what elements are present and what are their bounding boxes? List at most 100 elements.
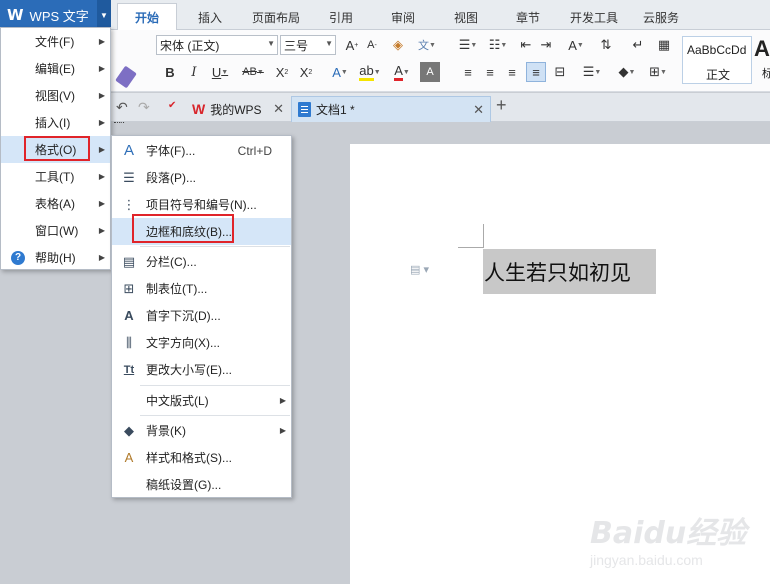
line-spacing-icon[interactable]: ☰ ▼ (578, 62, 606, 82)
style-normal[interactable]: AaBbCcDd 正文 (682, 36, 752, 84)
style-heading-label: 标 (762, 68, 770, 80)
phonetic-guide-icon[interactable]: 文 ▼ (414, 35, 440, 55)
menu-item-label: 窗口(W) (35, 224, 79, 238)
submenu-item-text-direction[interactable]: ⫼ 文字方向(X)... (112, 329, 291, 356)
tab-view[interactable]: 视图 (443, 4, 489, 30)
new-tab-plus-icon[interactable]: + (496, 95, 507, 116)
tab-section[interactable]: 章节 (505, 4, 551, 30)
wps-logo-icon: W (192, 101, 206, 117)
highlight-icon[interactable]: ab ▼ (356, 62, 384, 82)
submenu-item-label: 背景(K) (146, 424, 186, 438)
menu-item-view[interactable]: 视图(V) ▶ (1, 82, 110, 109)
menu-item-table[interactable]: 表格(A) ▶ (1, 190, 110, 217)
distributed-align-icon[interactable]: ⊟ (550, 62, 570, 82)
tab-review[interactable]: 审阅 (380, 4, 426, 30)
title-bar: W WPS 文字 ▼ 开始 插入 页面布局 引用 审阅 视图 章节 开发工具 云… (0, 0, 770, 31)
underline-icon[interactable]: U ▼ (206, 62, 234, 82)
style-heading[interactable]: A 标 (752, 36, 770, 84)
bullets-icon[interactable]: ☰ ▼ (454, 35, 482, 55)
chevron-down-icon[interactable]: ▼ (97, 0, 111, 30)
align-right-icon[interactable]: ≡ (502, 62, 522, 82)
submenu-item-label: 段落(P)... (146, 171, 196, 185)
menu-item-help[interactable]: ? 帮助(H) ▶ (1, 244, 110, 271)
clear-format-icon[interactable]: ◈ (388, 35, 408, 55)
align-center-icon[interactable]: ≡ (480, 62, 500, 82)
tab-page-layout[interactable]: 页面布局 (244, 4, 308, 30)
text-case-icon[interactable]: A ▼ (562, 35, 590, 55)
text-effect-icon[interactable]: A ▼ (326, 62, 354, 82)
menu-item-edit[interactable]: 编辑(E) ▶ (1, 55, 110, 82)
grow-font-icon[interactable]: A + (342, 35, 362, 55)
numbering-icon[interactable]: ☷ ▼ (484, 35, 512, 55)
menu-item-file[interactable]: 文件(F) ▶ (1, 28, 110, 55)
submenu-item-label: 样式和格式(S)... (146, 451, 232, 465)
table-insert-icon[interactable]: ▦ (654, 35, 674, 55)
bullet-list-icon: ⋮ (122, 196, 136, 212)
strikethrough-icon[interactable]: AB ▼ (238, 62, 268, 82)
character-shading-icon[interactable]: A (420, 62, 440, 82)
submenu-item-label: 项目符号和编号(N)... (146, 198, 257, 212)
close-icon[interactable]: ✕ (473, 102, 484, 118)
tab-references[interactable]: 引用 (318, 4, 364, 30)
submenu-item-styles-formatting[interactable]: A 样式和格式(S)... (112, 444, 291, 471)
subscript-icon[interactable]: X2 (296, 62, 316, 82)
tab-document1[interactable]: 文档1 * ✕ (291, 96, 491, 122)
show-marks-icon[interactable]: ↵ (628, 35, 648, 55)
chevron-right-icon: ▶ (279, 396, 286, 405)
close-icon[interactable]: ✕ (273, 101, 284, 117)
wps-app-menu-button[interactable]: W WPS 文字 ▼ (0, 0, 111, 30)
watermark-url: jingyan.baidu.com (590, 552, 703, 568)
border-icon[interactable]: ⊞ ▼ (644, 62, 672, 82)
baidu-jingyan-watermark: Baidu经验 jingyan.baidu.com (590, 508, 770, 578)
tab-my-wps[interactable]: W 我的WPS ✕ (186, 96, 290, 122)
submenu-item-background[interactable]: ◆ 背景(K) ▶ (112, 417, 291, 444)
chevron-right-icon: ▶ (98, 199, 105, 208)
paragraph-layout-icon[interactable]: ▤ ▾ (410, 263, 429, 276)
submenu-item-columns[interactable]: ▤ 分栏(C)... (112, 248, 291, 275)
increase-indent-icon[interactable]: ⇥ (536, 35, 556, 55)
tab-cloud-service[interactable]: 云服务 (636, 4, 686, 30)
bold-icon[interactable]: B (160, 62, 180, 82)
decrease-indent-icon[interactable]: ⇤ (516, 35, 536, 55)
submenu-item-asian-layout[interactable]: 中文版式(L) ▶ (112, 387, 291, 414)
tab-home[interactable]: 开始 (117, 3, 177, 31)
redo-icon[interactable]: ↷ (138, 99, 150, 116)
sort-icon[interactable]: ⇅ (594, 35, 618, 55)
font-icon: A (123, 142, 134, 159)
undo-icon[interactable]: ↶ (116, 99, 128, 116)
menu-item-label: 插入(I) (35, 116, 71, 130)
font-name-select[interactable]: 宋体 (正文) ▼ (156, 35, 278, 55)
menu-item-tools[interactable]: 工具(T) ▶ (1, 163, 110, 190)
submenu-item-tabs[interactable]: ⊞ 制表位(T)... (112, 275, 291, 302)
submenu-item-change-case[interactable]: Tt 更改大小写(E)... (112, 356, 291, 383)
tab-developer[interactable]: 开发工具 (563, 4, 625, 30)
submenu-item-manuscript-settings[interactable]: 稿纸设置(G)... (112, 471, 291, 498)
paint-bucket-icon[interactable]: ◆ ▼ (612, 62, 642, 82)
text-direction-icon: ⫼ (126, 334, 132, 350)
italic-icon[interactable]: I (184, 62, 204, 82)
style-label: 正文 (705, 68, 730, 82)
menu-item-label: 文件(F) (35, 35, 75, 49)
menu-item-window[interactable]: 窗口(W) ▶ (1, 217, 110, 244)
chevron-right-icon: ▶ (98, 91, 105, 100)
menu-separator (140, 415, 290, 416)
shrink-font-icon[interactable]: A- (362, 35, 382, 55)
submenu-item-drop-cap[interactable]: A 首字下沉(D)... (112, 302, 291, 329)
submenu-item-font[interactable]: A 字体(F)... Ctrl+D (112, 137, 291, 164)
submenu-item-paragraph[interactable]: ☰ 段落(P)... (112, 164, 291, 191)
ribbon-toolbar: 格式刷 宋体 (正文)▼ 三号▼ A+ A- ◈ 文▼ B I U▼ AB▼ X… (0, 30, 770, 129)
justify-icon[interactable]: ≡ (526, 62, 546, 82)
tab-insert[interactable]: 插入 (185, 4, 235, 30)
superscript-icon[interactable]: X2 (272, 62, 292, 82)
menu-item-insert[interactable]: 插入(I) ▶ (1, 109, 110, 136)
customize-toolbar-icon[interactable]: ✔ (168, 100, 176, 111)
submenu-item-label: 首字下沉(D)... (146, 309, 221, 323)
selected-text[interactable]: 人生若只如初见 (483, 249, 656, 294)
font-color-icon[interactable]: A ▼ (388, 62, 416, 82)
menu-item-label: 帮助(H) (35, 251, 76, 265)
align-left-icon[interactable]: ≡ (458, 62, 478, 82)
drop-cap-icon: A (124, 308, 134, 323)
chevron-right-icon: ▶ (98, 145, 105, 154)
font-size-select[interactable]: 三号 ▼ (280, 35, 336, 55)
highlight-box-borders-shading (132, 214, 234, 243)
